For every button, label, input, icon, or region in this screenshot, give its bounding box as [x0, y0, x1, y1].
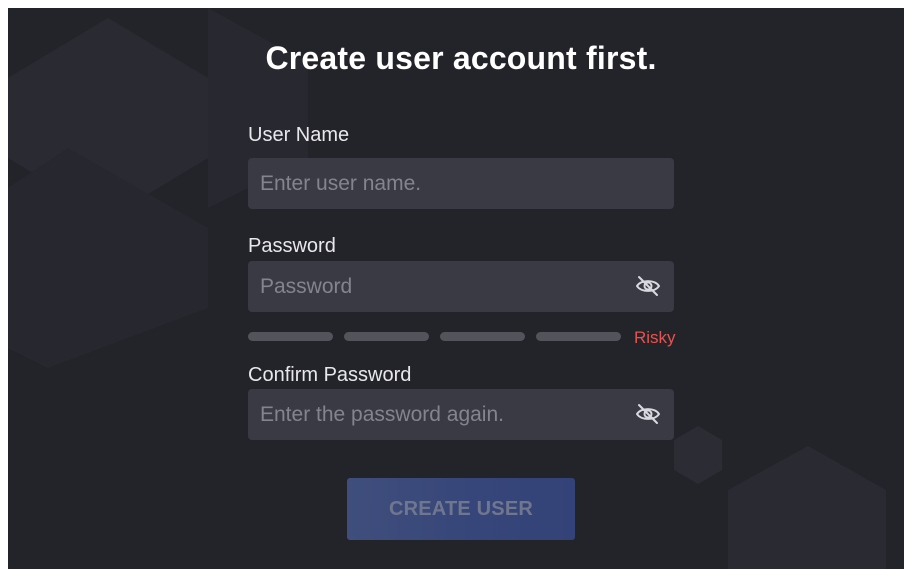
- strength-segment: [536, 332, 621, 341]
- username-label: User Name: [248, 124, 350, 146]
- password-field-container: [248, 261, 674, 312]
- confirm-password-field-container: [248, 389, 674, 440]
- password-label: Password: [248, 235, 336, 257]
- strength-segment: [440, 332, 525, 341]
- username-field-container: [248, 158, 674, 209]
- setup-screen: Create user account first. User Name Pas…: [8, 8, 904, 569]
- eye-off-icon[interactable]: [634, 273, 662, 299]
- strength-level-text: Risky: [634, 328, 676, 347]
- password-input[interactable]: [248, 261, 674, 312]
- page-title: Create user account first.: [265, 40, 657, 76]
- confirm-password-label: Confirm Password: [248, 364, 412, 386]
- username-input[interactable]: [248, 158, 674, 209]
- confirm-password-input[interactable]: [248, 389, 674, 440]
- strength-segment: [344, 332, 429, 341]
- create-user-button[interactable]: CREATE USER: [347, 478, 575, 540]
- eye-off-icon[interactable]: [634, 401, 662, 427]
- password-strength-meter: Risky: [248, 328, 676, 349]
- strength-segment: [248, 332, 333, 341]
